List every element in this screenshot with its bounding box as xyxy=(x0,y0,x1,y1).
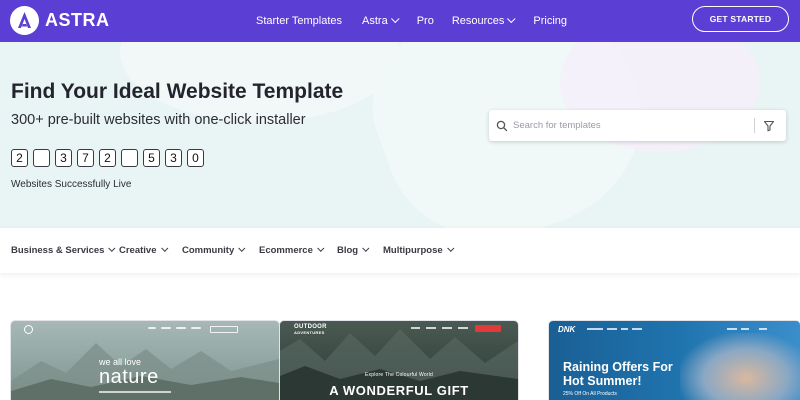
counter-label: Websites Successfully Live xyxy=(11,179,132,190)
preview-nav-item xyxy=(458,327,468,329)
chevron-down-icon xyxy=(507,14,516,24)
nav-item-pro[interactable]: Pro xyxy=(417,15,434,27)
astra-logo[interactable]: ASTRA xyxy=(10,6,110,35)
preview-heading-line: Hot Summer! xyxy=(563,374,642,388)
nav-item-label: Starter Templates xyxy=(256,15,343,27)
hero-section: Find Your Ideal Website Template 300+ pr… xyxy=(0,42,800,228)
preview-nav-item xyxy=(176,327,186,329)
preview-nav-item xyxy=(426,327,436,329)
chevron-down-icon xyxy=(238,244,246,252)
preview-cart-icon xyxy=(759,328,767,330)
preview-nav-item xyxy=(442,327,452,329)
category-blog[interactable]: Blog xyxy=(337,244,370,256)
counter-digit xyxy=(121,149,138,167)
nav-item-pricing[interactable]: Pricing xyxy=(533,15,567,27)
chevron-down-icon xyxy=(317,244,325,252)
preview-nav-item xyxy=(161,327,171,329)
chevron-down-icon xyxy=(390,14,400,24)
preview-heading: A WONDERFUL GIFT xyxy=(329,383,469,398)
counter-digit: 5 xyxy=(143,149,160,167)
preview-heading: Raining Offers For Hot Summer! xyxy=(563,360,673,388)
counter-digit: 2 xyxy=(11,149,28,167)
preview-tagline: 25% Off On All Products xyxy=(563,391,617,397)
category-label: Multipurpose xyxy=(383,245,443,256)
nav-item-label: Pro xyxy=(416,15,434,27)
nav-item-astra[interactable]: Astra xyxy=(362,14,400,27)
nav-item-label: Resources xyxy=(451,15,505,27)
preview-button xyxy=(210,326,238,333)
counter-digit xyxy=(33,149,50,167)
category-filter-bar: Business & Services Creative Community E… xyxy=(0,228,800,273)
filter-icon[interactable] xyxy=(763,119,775,137)
main-menu: Starter Templates Astra Pro Resources Pr… xyxy=(256,0,567,42)
preview-heading-line: Raining Offers For xyxy=(563,360,673,374)
nav-item-label: Pricing xyxy=(533,15,568,27)
category-multipurpose[interactable]: Multipurpose xyxy=(383,244,454,256)
preview-nav-item xyxy=(621,328,628,330)
nav-item-starter-templates[interactable]: Starter Templates xyxy=(256,15,342,27)
counter-digit: 3 xyxy=(165,149,182,167)
counter-digit: 3 xyxy=(55,149,72,167)
template-card-nature[interactable]: we all love nature xyxy=(11,321,279,400)
template-search-box xyxy=(489,110,786,141)
preview-tagline: Explore The Colourful World xyxy=(364,372,434,378)
template-card-outdoor-adventures[interactable]: OUTDOOR ADVENTURES Explore The Colourful… xyxy=(280,321,518,400)
counter-digit: 2 xyxy=(99,149,116,167)
preview-text-lines xyxy=(99,391,171,393)
preview-logo: OUTDOOR ADVENTURES xyxy=(294,324,327,336)
preview-nav-item xyxy=(741,328,749,330)
template-card-dnk-store[interactable]: DNK Raining Offers For Hot Summer! 25% O… xyxy=(549,321,800,400)
category-creative[interactable]: Creative xyxy=(119,244,168,256)
counter-digit: 0 xyxy=(187,149,204,167)
preview-nav-item xyxy=(191,327,201,329)
preview-logo xyxy=(24,325,33,334)
get-started-button[interactable]: GET STARTED xyxy=(692,6,789,32)
preview-logo-line: ADVENTURES xyxy=(294,330,325,335)
preview-nav-item xyxy=(607,328,617,330)
preview-nav-item xyxy=(411,327,420,329)
search-icon xyxy=(496,119,508,137)
preview-logo: DNK xyxy=(558,325,576,334)
search-divider xyxy=(754,118,755,133)
category-business-services[interactable]: Business & Services xyxy=(11,244,116,256)
page-subtitle: 300+ pre-built websites with one-click i… xyxy=(11,112,306,128)
websites-counter: 2 3 7 2 5 3 0 xyxy=(11,149,209,167)
chevron-down-icon xyxy=(362,244,370,252)
category-label: Ecommerce xyxy=(259,245,313,256)
astra-logo-text: ASTRA xyxy=(45,10,110,30)
preview-nav-item xyxy=(632,328,642,330)
category-label: Community xyxy=(182,245,235,256)
nav-item-resources[interactable]: Resources xyxy=(451,14,516,27)
astra-logo-icon xyxy=(10,6,39,35)
nav-item-label: Astra xyxy=(362,15,388,27)
category-community[interactable]: Community xyxy=(182,244,246,256)
chevron-down-icon xyxy=(446,244,454,252)
category-label: Blog xyxy=(337,245,359,256)
top-navigation-bar: ASTRA Starter Templates Astra Pro Resour… xyxy=(0,0,800,42)
preview-nav-item xyxy=(587,328,603,330)
preview-nav-item xyxy=(727,328,737,330)
category-ecommerce[interactable]: Ecommerce xyxy=(259,244,325,256)
preview-nav-item xyxy=(148,327,156,329)
category-label: Business & Services xyxy=(11,245,105,256)
preview-photo xyxy=(680,333,800,400)
preview-button xyxy=(475,325,501,332)
category-label: Creative xyxy=(119,245,157,256)
preview-heading: nature xyxy=(99,366,159,388)
search-input[interactable] xyxy=(513,116,739,135)
preview-header xyxy=(11,321,279,337)
chevron-down-icon xyxy=(108,244,116,252)
page-title: Find Your Ideal Website Template xyxy=(11,80,344,103)
chevron-down-icon xyxy=(160,244,168,252)
counter-digit: 7 xyxy=(77,149,94,167)
